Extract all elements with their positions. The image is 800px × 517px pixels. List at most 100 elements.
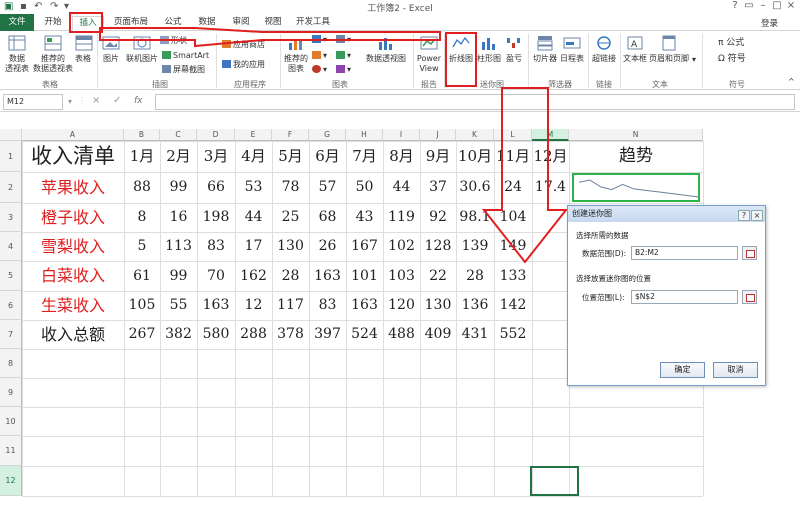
total-cell[interactable]: 580 bbox=[197, 320, 235, 349]
row-label-cell[interactable]: 苹果收入 bbox=[22, 172, 124, 203]
data-cell[interactable]: 26 bbox=[309, 232, 346, 261]
data-cell[interactable]: 163 bbox=[197, 291, 235, 320]
data-cell[interactable]: 136 bbox=[456, 291, 494, 320]
symbol-button[interactable]: Ω 符号 bbox=[718, 51, 746, 64]
column-header-j[interactable]: J bbox=[420, 129, 456, 141]
column-sparkline-button[interactable]: 柱形图 bbox=[475, 34, 503, 64]
data-cell[interactable]: 142 bbox=[494, 291, 532, 320]
row-label-cell[interactable]: 生菜收入 bbox=[22, 291, 124, 320]
pictures-button[interactable]: 图片 bbox=[100, 34, 122, 64]
line-chart-button[interactable]: ▾ bbox=[336, 35, 351, 44]
header-cell[interactable]: 3月 bbox=[197, 141, 235, 172]
table-button[interactable]: 表格 bbox=[74, 34, 93, 64]
column-header-g[interactable]: G bbox=[309, 129, 346, 141]
tab-developer[interactable]: 开发工具 bbox=[290, 16, 336, 31]
header-cell[interactable]: 2月 bbox=[160, 141, 197, 172]
data-cell[interactable]: 98.1 bbox=[456, 203, 494, 232]
column-header-b[interactable]: B bbox=[124, 129, 160, 141]
column-header-a[interactable]: A bbox=[22, 129, 124, 141]
hyperlink-button[interactable]: 超链接 bbox=[590, 34, 618, 64]
data-cell[interactable]: 30.6 bbox=[456, 172, 494, 203]
total-cell[interactable]: 288 bbox=[235, 320, 272, 349]
header-cell[interactable]: 10月 bbox=[456, 141, 494, 172]
data-cell[interactable]: 28 bbox=[272, 261, 309, 291]
collapse-ribbon-icon[interactable]: ^ bbox=[788, 77, 795, 86]
column-header-n[interactable]: N bbox=[569, 129, 703, 141]
tab-view[interactable]: 视图 bbox=[258, 16, 288, 31]
total-cell[interactable]: 552 bbox=[494, 320, 532, 349]
data-cell[interactable]: 102 bbox=[383, 232, 420, 261]
data-cell[interactable]: 130 bbox=[420, 291, 456, 320]
location-range-picker-icon[interactable] bbox=[742, 290, 757, 304]
column-header-i[interactable]: I bbox=[383, 129, 420, 141]
dialog-close-button[interactable]: × bbox=[751, 210, 763, 221]
data-cell[interactable]: 167 bbox=[346, 232, 383, 261]
enter-entry-icon[interactable]: ✓ bbox=[113, 95, 121, 106]
row-label-cell[interactable]: 橙子收入 bbox=[22, 203, 124, 232]
minimize-icon[interactable]: – bbox=[756, 0, 770, 11]
column-header-k[interactable]: K bbox=[456, 129, 494, 141]
data-cell[interactable]: 92 bbox=[420, 203, 456, 232]
tab-page-layout[interactable]: 页面布局 bbox=[108, 16, 154, 31]
data-cell[interactable]: 163 bbox=[309, 261, 346, 291]
select-all-corner[interactable] bbox=[0, 129, 22, 141]
tab-review[interactable]: 审阅 bbox=[226, 16, 256, 31]
header-footer-button[interactable]: 页眉和页脚 bbox=[648, 34, 690, 64]
data-cell[interactable]: 83 bbox=[197, 232, 235, 261]
login-link[interactable]: 登录 bbox=[761, 17, 778, 29]
data-cell[interactable]: 133 bbox=[494, 261, 532, 291]
data-cell[interactable]: 70 bbox=[197, 261, 235, 291]
header-cell[interactable]: 7月 bbox=[346, 141, 383, 172]
total-cell[interactable]: 409 bbox=[420, 320, 456, 349]
total-cell[interactable]: 431 bbox=[456, 320, 494, 349]
header-cell[interactable]: 9月 bbox=[420, 141, 456, 172]
selected-cell-m12[interactable] bbox=[530, 466, 579, 496]
row-header-8[interactable]: 8 bbox=[0, 349, 22, 378]
total-cell[interactable]: 267 bbox=[124, 320, 160, 349]
data-cell[interactable]: 78 bbox=[272, 172, 309, 203]
data-cell[interactable]: 104 bbox=[494, 203, 532, 232]
tab-formulas[interactable]: 公式 bbox=[158, 16, 188, 31]
column-header-h[interactable]: H bbox=[346, 129, 383, 141]
row-header-6[interactable]: 6 bbox=[0, 291, 22, 320]
tab-file[interactable]: 文件 bbox=[0, 14, 34, 31]
name-box[interactable]: M12 bbox=[3, 94, 63, 110]
maximize-icon[interactable]: □ bbox=[770, 0, 784, 11]
recommended-pivottable-button[interactable]: 推荐的 数据透视表 bbox=[32, 34, 74, 74]
area-chart-button[interactable]: ▾ bbox=[336, 51, 351, 60]
data-cell[interactable]: 120 bbox=[383, 291, 420, 320]
column-header-d[interactable]: D bbox=[197, 129, 235, 141]
data-cell[interactable]: 50 bbox=[346, 172, 383, 203]
slicer-button[interactable]: 切片器 bbox=[532, 34, 558, 64]
screenshot-button[interactable]: 屏幕截图 bbox=[162, 64, 205, 75]
data-cell[interactable]: 16 bbox=[160, 203, 197, 232]
row-header-12[interactable]: 12 bbox=[0, 466, 22, 496]
row-label-cell[interactable]: 雪梨收入 bbox=[22, 232, 124, 261]
ok-button[interactable]: 确定 bbox=[660, 362, 705, 378]
equation-button[interactable]: π 公式 bbox=[718, 35, 744, 48]
header-cell[interactable]: 4月 bbox=[235, 141, 272, 172]
data-cell[interactable]: 12 bbox=[235, 291, 272, 320]
total-cell[interactable]: 382 bbox=[160, 320, 197, 349]
shapes-button[interactable]: 形状 bbox=[160, 35, 187, 46]
data-range-picker-icon[interactable] bbox=[742, 246, 757, 260]
tab-data[interactable]: 数据 bbox=[192, 16, 222, 31]
header-cell[interactable]: 5月 bbox=[272, 141, 309, 172]
bar-chart-button[interactable]: ▾ bbox=[312, 51, 327, 60]
header-cell[interactable]: 8月 bbox=[383, 141, 420, 172]
data-cell[interactable]: 44 bbox=[383, 172, 420, 203]
data-cell[interactable]: 17.4 bbox=[532, 172, 569, 203]
data-cell[interactable]: 44 bbox=[235, 203, 272, 232]
tab-home[interactable]: 开始 bbox=[38, 16, 68, 31]
column-header-f[interactable]: F bbox=[272, 129, 309, 141]
formula-input[interactable] bbox=[155, 94, 795, 110]
row-header-1[interactable]: 1 bbox=[0, 141, 22, 172]
text-more-button[interactable]: ▾ bbox=[692, 55, 696, 64]
ribbon-display-icon[interactable]: ▭ bbox=[742, 0, 756, 11]
data-cell[interactable]: 105 bbox=[124, 291, 160, 320]
total-cell[interactable]: 378 bbox=[272, 320, 309, 349]
header-cell[interactable]: 6月 bbox=[309, 141, 346, 172]
row-label-cell[interactable]: 白菜收入 bbox=[22, 261, 124, 291]
data-cell[interactable]: 163 bbox=[346, 291, 383, 320]
header-cell[interactable]: 收入清单 bbox=[22, 141, 124, 172]
